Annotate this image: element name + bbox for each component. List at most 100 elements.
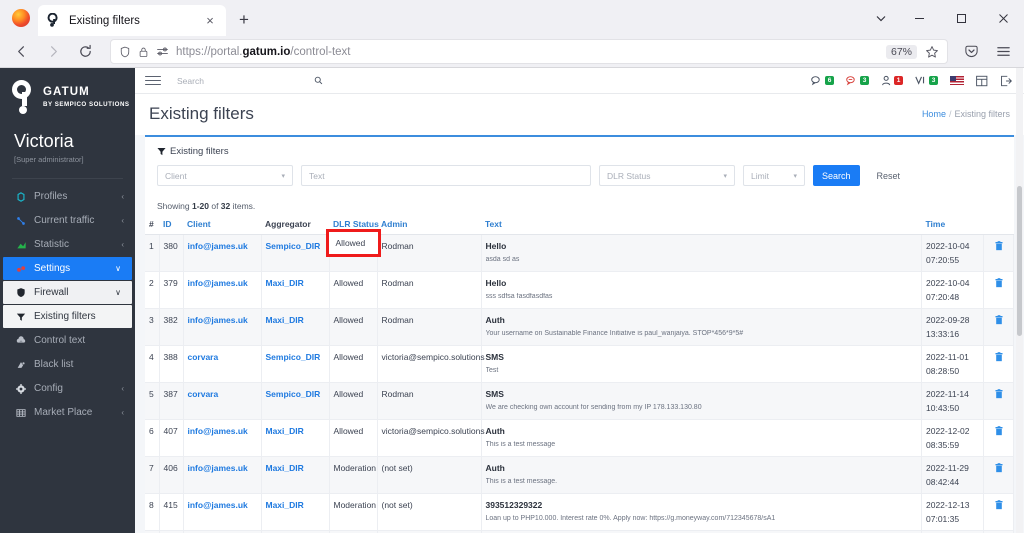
reset-button[interactable]: Reset: [867, 165, 910, 186]
table-row[interactable]: 9 416 info@james.uk Maxi_DIR Moderation …: [145, 530, 1014, 533]
breadcrumb-home-link[interactable]: Home: [922, 109, 946, 119]
col-header-text[interactable]: Text: [481, 217, 922, 235]
aggregator-link[interactable]: Sempico_DIR: [266, 241, 321, 251]
delete-icon[interactable]: [994, 426, 1003, 439]
page-scrollbar[interactable]: [1016, 68, 1023, 533]
client-link[interactable]: info@james.uk: [188, 315, 248, 325]
table-row[interactable]: 1 380 info@james.uk Sempico_DIR Allowed …: [145, 229, 1014, 272]
zoom-level-indicator[interactable]: 67%: [885, 44, 917, 59]
us-flag-icon[interactable]: [950, 76, 964, 85]
browser-tab[interactable]: Existing filters ×: [38, 5, 226, 36]
apps-grid-icon[interactable]: [976, 75, 988, 87]
client-link[interactable]: info@james.uk: [188, 463, 248, 473]
app-menu-icon[interactable]: [988, 39, 1018, 65]
delete-icon[interactable]: [994, 352, 1003, 365]
bookmark-star-icon[interactable]: [925, 45, 939, 59]
delete-icon[interactable]: [994, 389, 1003, 402]
search-button[interactable]: Search: [813, 165, 860, 186]
cell-dlr-status: Moderation: [329, 530, 378, 533]
time-clock: 07:01:35: [926, 514, 960, 524]
sidebar-item-market-place[interactable]: Market Place ‹: [0, 401, 135, 424]
sidebar-item-statistic[interactable]: Statistic ‹: [0, 233, 135, 256]
logout-icon[interactable]: [1000, 75, 1012, 87]
new-tab-button[interactable]: +: [230, 6, 258, 34]
sidebar-item-current-traffic[interactable]: Current traffic ‹: [0, 209, 135, 232]
client-link[interactable]: info@james.uk: [188, 500, 248, 510]
col-header-admin[interactable]: Admin: [377, 217, 481, 235]
client-link[interactable]: info@james.uk: [188, 426, 248, 436]
sidebar-item-black-list[interactable]: Black list: [0, 353, 135, 376]
tab-list-chevron-icon[interactable]: [864, 2, 898, 34]
sidebar-item-control-text[interactable]: Control text: [0, 329, 135, 352]
settings-icon: [14, 264, 28, 274]
client-select[interactable]: Client ▾: [157, 165, 293, 186]
sidebar-item-config[interactable]: Config ‹: [0, 377, 135, 400]
table-row[interactable]: 2 379 info@james.uk Maxi_DIR Allowed Rod…: [145, 271, 1014, 309]
limit-select[interactable]: Limit ▾: [743, 165, 805, 186]
table-row[interactable]: 4 388 corvara Sempico_DIR Allowed victor…: [145, 345, 1014, 383]
text-title: Hello: [485, 241, 507, 251]
aggregator-link[interactable]: Maxi_DIR: [266, 463, 304, 473]
window-minimize-button[interactable]: [898, 2, 940, 34]
table-row[interactable]: 5 387 corvara Sempico_DIR Allowed Rodman…: [145, 382, 1014, 420]
dlr-status-select[interactable]: DLR Status ▾: [599, 165, 735, 186]
delete-icon[interactable]: [994, 315, 1003, 328]
user-requests-indicator[interactable]: 1: [881, 75, 903, 86]
delete-icon[interactable]: [994, 463, 1003, 476]
delete-icon[interactable]: [994, 500, 1003, 513]
time-date: 2022-10-04: [926, 241, 970, 251]
window-close-button[interactable]: [982, 2, 1024, 34]
table-row[interactable]: 3 382 info@james.uk Maxi_DIR Allowed Rod…: [145, 308, 1014, 346]
global-search[interactable]: Search: [175, 72, 327, 89]
table-row[interactable]: 8 415 info@james.uk Maxi_DIR Moderation …: [145, 493, 1014, 531]
client-link[interactable]: corvara: [188, 352, 219, 362]
scrollbar-thumb[interactable]: [1017, 186, 1022, 336]
sidebar-item-settings[interactable]: Settings ∨: [3, 257, 132, 280]
pocket-icon[interactable]: [956, 39, 986, 65]
aggregator-link[interactable]: Maxi_DIR: [266, 500, 304, 510]
col-header-time[interactable]: Time: [921, 217, 984, 235]
url-bar[interactable]: https://portal.gatum.io/control-text 67%: [110, 39, 948, 64]
aggregator-link[interactable]: Maxi_DIR: [266, 426, 304, 436]
notifications-indicator[interactable]: 3: [846, 75, 869, 86]
sidebar-item-firewall[interactable]: Firewall ∨: [3, 281, 132, 304]
sidebar-item-profiles[interactable]: Profiles ‹: [0, 185, 135, 208]
client-link[interactable]: info@james.uk: [188, 241, 248, 251]
aggregator-link[interactable]: Maxi_DIR: [266, 315, 304, 325]
delete-icon[interactable]: [994, 241, 1003, 254]
summary-range: 1-20: [191, 201, 209, 211]
text-input[interactable]: Text: [301, 165, 591, 186]
cell-id: 407: [159, 419, 184, 457]
search-input[interactable]: Search: [177, 76, 204, 86]
table-row[interactable]: 6 407 info@james.uk Maxi_DIR Allowed vic…: [145, 419, 1014, 457]
reload-icon[interactable]: [70, 39, 100, 65]
col-header-num[interactable]: #: [145, 217, 159, 235]
tab-close-icon[interactable]: ×: [202, 13, 218, 29]
text-title: Auth: [485, 315, 505, 325]
cell-dlr-status: Allowed: [329, 345, 378, 383]
user-name: Victoria: [14, 131, 74, 151]
client-link[interactable]: corvara: [188, 389, 219, 399]
sms-balance-indicator[interactable]: 6: [811, 75, 834, 86]
sidebar-divider: [12, 178, 123, 179]
filter-toolbar: Client ▾ Text DLR Status ▾ Limit ▾ Searc…: [145, 165, 1014, 186]
menu-toggle-icon[interactable]: [145, 75, 161, 86]
back-icon[interactable]: [6, 39, 36, 65]
col-header-aggregator[interactable]: Aggregator: [261, 217, 329, 235]
aggregator-link[interactable]: Sempico_DIR: [266, 352, 321, 362]
summary-suffix: items.: [230, 201, 256, 211]
aggregator-link[interactable]: Maxi_DIR: [266, 278, 304, 288]
col-header-client[interactable]: Client: [183, 217, 261, 235]
card-header: Existing filters: [145, 137, 1014, 165]
sidebar-item-label: Settings: [34, 263, 71, 274]
grid-icon: [14, 408, 28, 418]
aggregator-link[interactable]: Sempico_DIR: [266, 389, 321, 399]
traffic-status-indicator[interactable]: 3: [915, 75, 938, 86]
table-row[interactable]: 7 406 info@james.uk Maxi_DIR Moderation …: [145, 456, 1014, 494]
client-link[interactable]: info@james.uk: [188, 278, 248, 288]
col-header-actions: [983, 217, 1014, 235]
window-maximize-button[interactable]: [940, 2, 982, 34]
sidebar-item-existing-filters[interactable]: Existing filters: [3, 305, 132, 328]
delete-icon[interactable]: [994, 278, 1003, 291]
col-header-id[interactable]: ID: [159, 217, 183, 235]
